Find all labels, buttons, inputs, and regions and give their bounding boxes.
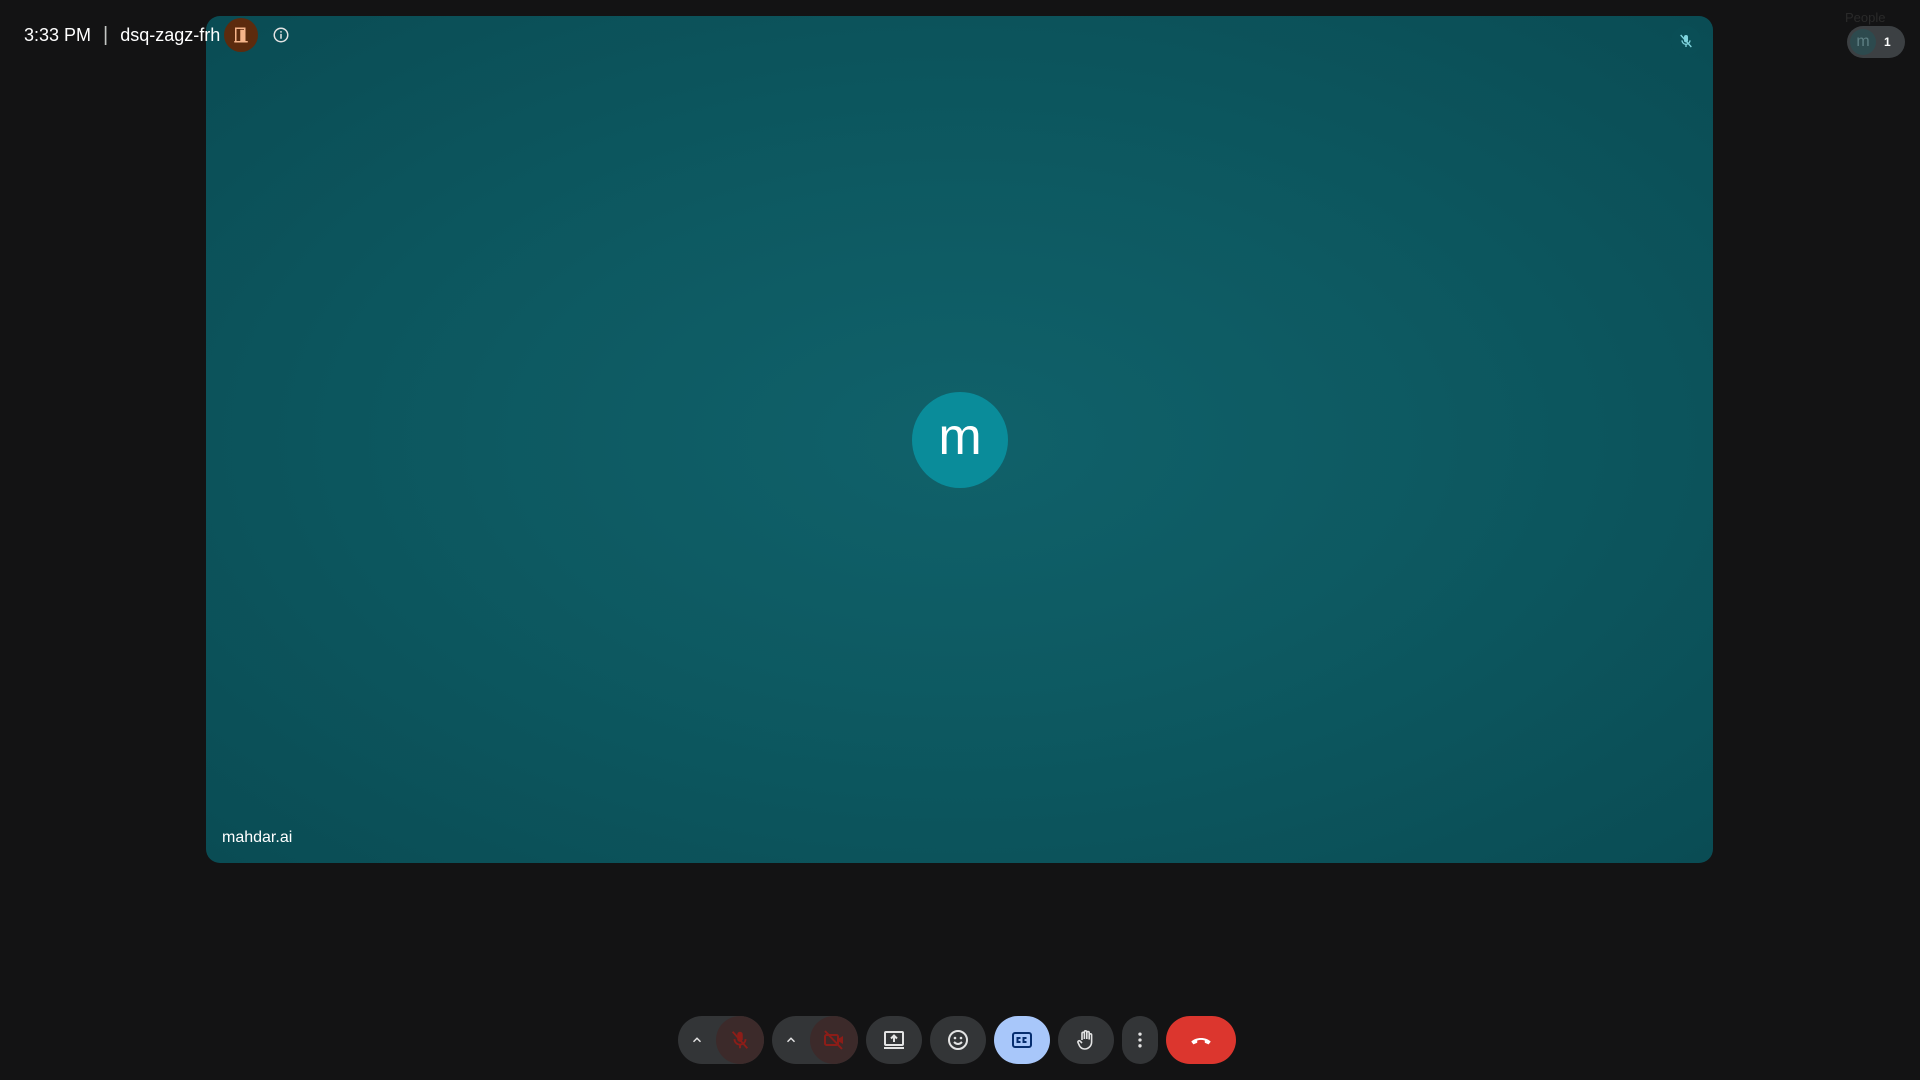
meet-screen: 3:33 PM | dsq-zagz-frh m mahdar.ai Peopl… [0,0,1920,1080]
leave-call-button[interactable] [1166,1016,1236,1064]
present-button[interactable] [866,1016,922,1064]
caret-up-icon [786,1037,796,1043]
captions-button[interactable] [994,1016,1050,1064]
camera-toggle-button[interactable] [810,1016,858,1064]
people-button[interactable]: m 1 [1847,26,1905,58]
mic-toggle-button[interactable] [716,1016,764,1064]
raise-hand-icon [1077,1030,1093,1050]
meeting-details-button[interactable] [264,18,298,52]
meeting-code: dsq-zagz-frh [120,24,221,45]
meeting-info-bar: 3:33 PM | dsq-zagz-frh [24,18,298,52]
reactions-button[interactable] [930,1016,986,1064]
mic-off-icon [1680,34,1692,48]
people-label: People [1845,10,1886,25]
info-icon [273,27,289,43]
participant-avatar: m [912,392,1008,488]
present-icon [884,1031,904,1049]
mic-off-icon [731,1031,749,1049]
video-options-button[interactable] [772,1016,810,1064]
raise-hand-button[interactable] [1058,1016,1114,1064]
call-controls [678,1016,1236,1064]
participant-tile[interactable]: m mahdar.ai [206,16,1713,863]
more-options-button[interactable] [1122,1016,1158,1064]
camera-off-icon [824,1030,843,1050]
participant-muted-indicator [1671,26,1701,56]
clock: 3:33 PM [24,24,92,45]
mic-control-group [678,1016,764,1064]
camera-control-group [772,1016,858,1064]
captions-icon [1012,1032,1032,1048]
audio-options-button[interactable] [678,1016,716,1064]
people-avatar: m [1850,29,1876,55]
more-vert-icon [1138,1032,1142,1048]
end-call-icon [1191,1037,1211,1045]
participant-name: mahdar.ai [222,829,293,846]
separator: | [103,23,109,46]
caret-up-icon [692,1037,702,1043]
door-icon [234,27,249,43]
emoji-icon [948,1030,968,1050]
people-count: 1 [1884,35,1891,49]
host-controls-button[interactable] [224,18,259,52]
